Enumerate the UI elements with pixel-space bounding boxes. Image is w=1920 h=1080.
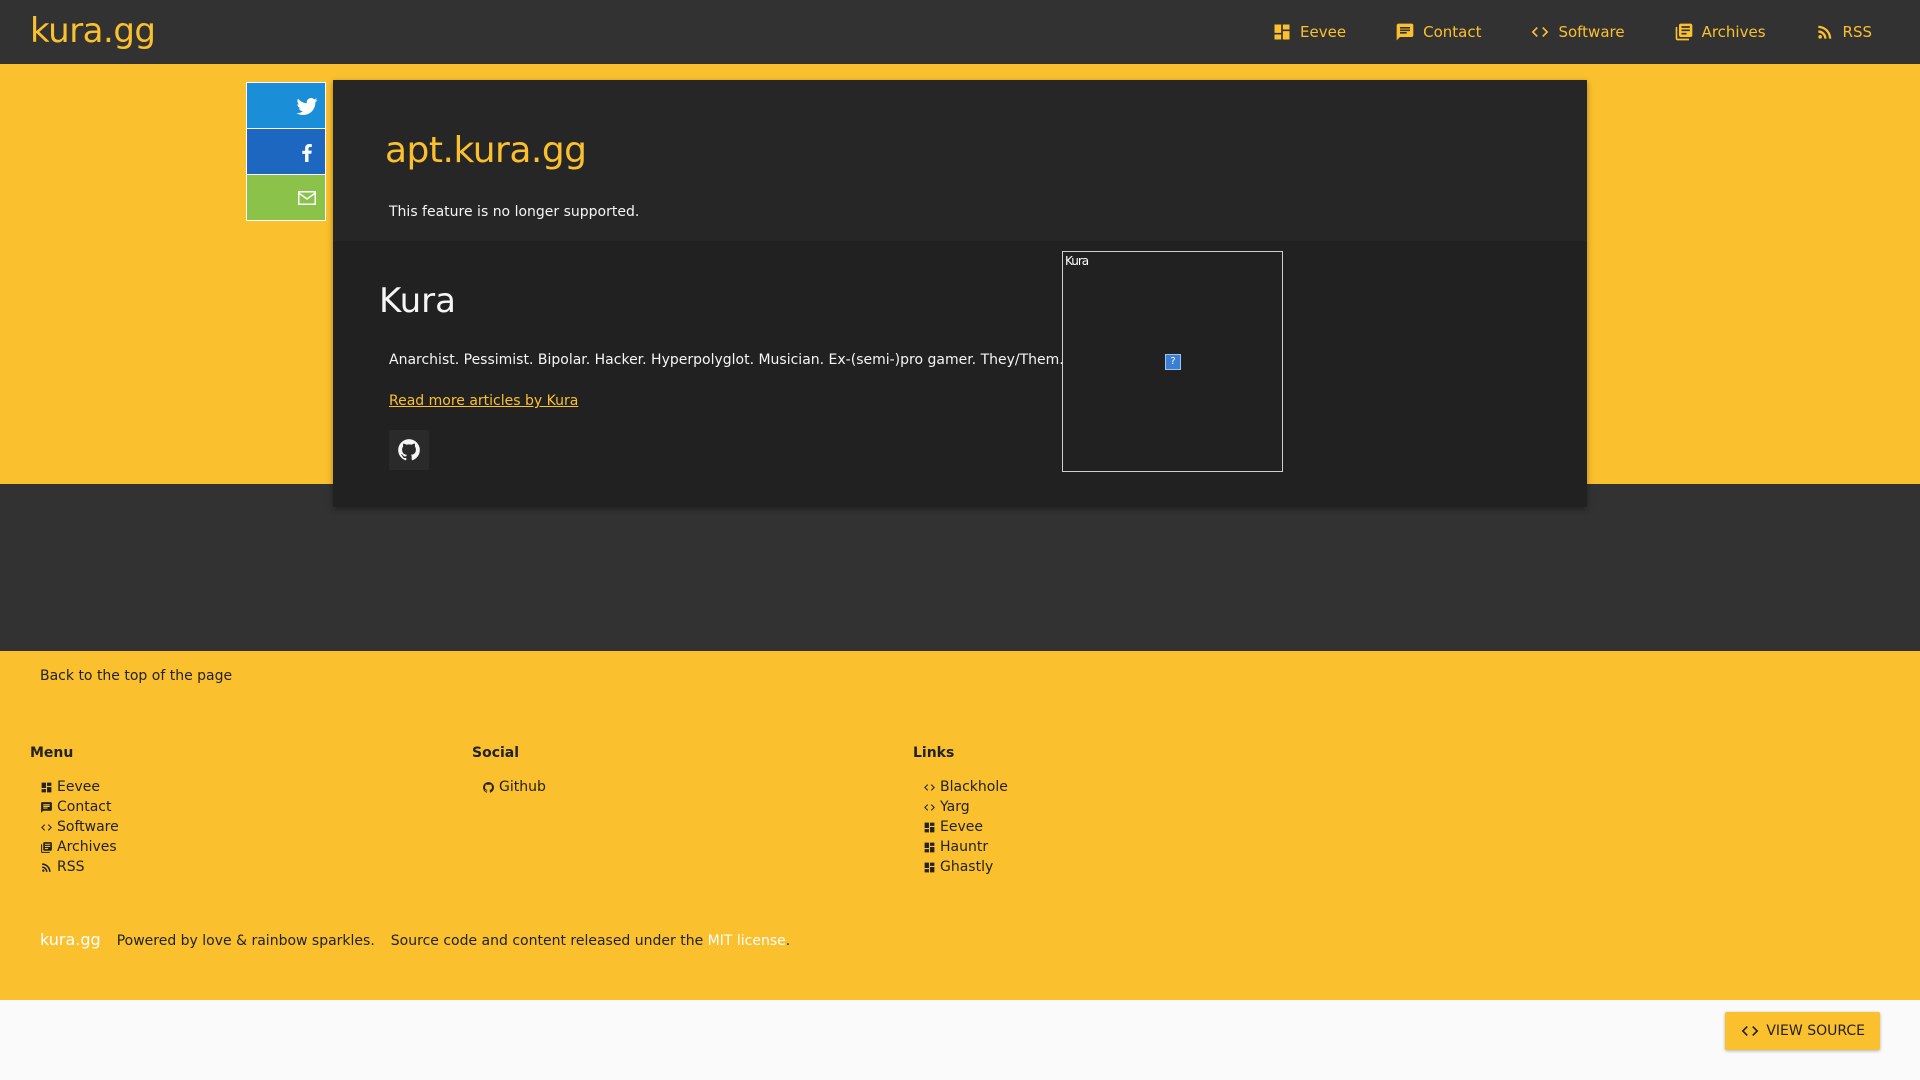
footer-link-eevee[interactable]: Eevee (57, 779, 100, 795)
footer-links-item: Blackhole (923, 777, 1008, 797)
footer-links-heading: Links (913, 745, 955, 761)
footer-link-software[interactable]: Software (57, 819, 119, 835)
footer-menu-item: Contact (40, 797, 119, 817)
library-icon (41, 841, 52, 853)
author-articles-link[interactable]: Read more articles by Kura (389, 393, 578, 409)
author-name: Kura (379, 281, 456, 321)
share-facebook-button[interactable] (247, 129, 325, 175)
facebook-icon (302, 143, 312, 162)
rss-icon (1817, 25, 1831, 39)
chat-icon (41, 801, 52, 813)
nav-item-eevee[interactable]: Eevee (1272, 22, 1346, 42)
footer-link-eevee-app[interactable]: Eevee (940, 819, 983, 835)
library-icon (1675, 23, 1692, 41)
nav-item-label: Contact (1423, 23, 1482, 41)
footer-menu-item: RSS (40, 857, 119, 877)
footer-link-contact[interactable]: Contact (57, 799, 111, 815)
footer-menu-item: Software (40, 817, 119, 837)
code-icon (924, 803, 935, 811)
post-title: apt.kura.gg (385, 130, 587, 171)
footer-menu-column: Menu Eevee Contact Software Archives RSS (30, 745, 119, 877)
mit-license-link[interactable]: MIT license (708, 933, 786, 949)
avatar-alt-text: Kura (1065, 254, 1089, 268)
top-bar: kura.gg Eevee Contact Software Archives … (0, 0, 1920, 64)
nav-item-label: Software (1558, 23, 1625, 41)
footer-powered-text: Powered by love & rainbow sparkles. (116, 933, 375, 949)
dashboard-icon (41, 782, 52, 792)
dark-band (0, 484, 1920, 651)
nav-item-label: Archives (1701, 23, 1766, 41)
footer-license-suffix: . (785, 933, 791, 949)
mail-icon (298, 190, 316, 205)
nav-item-software[interactable]: Software (1530, 22, 1625, 42)
main-nav: Eevee Contact Software Archives RSS (1223, 0, 1872, 64)
site-logo-link[interactable]: kura.gg (30, 11, 156, 51)
dashboard-icon (1274, 24, 1290, 40)
footer-license-prefix: Source code and content released under t… (390, 933, 704, 949)
rss-icon (42, 862, 51, 872)
post-card: apt.kura.gg This feature is no longer su… (333, 80, 1587, 507)
footer-social-heading: Social (472, 745, 520, 761)
share-email-button[interactable] (247, 175, 325, 220)
code-icon (1742, 1026, 1759, 1036)
footer-brand-link[interactable]: kura.gg (40, 930, 101, 949)
dashboard-icon (924, 842, 935, 852)
github-icon (483, 781, 494, 793)
share-twitter-button[interactable] (247, 83, 325, 129)
view-source-label: VIEW SOURCE (1766, 1023, 1865, 1039)
nav-item-label: RSS (1842, 23, 1872, 41)
nav-item-contact[interactable]: Contact (1395, 22, 1481, 42)
back-to-top-link[interactable]: Back to the top of the page (40, 668, 232, 684)
dashboard-icon (924, 862, 935, 872)
code-icon (1532, 27, 1549, 37)
nav-item-label: Eevee (1300, 23, 1347, 41)
nav-item-rss[interactable]: RSS (1815, 22, 1872, 42)
footer-links-item: Hauntr (923, 837, 1008, 857)
footer-links-item: Eevee (923, 817, 1008, 837)
footer-links-item: Ghastly (923, 857, 1008, 877)
footer-link-archives[interactable]: Archives (57, 839, 117, 855)
nav-item-archives[interactable]: Archives (1674, 22, 1766, 42)
footer-menu-item: Archives (40, 837, 119, 857)
view-source-button[interactable]: VIEW SOURCE (1725, 1012, 1880, 1050)
footer-links-column: Links Blackhole Yarg Eevee Hauntr Ghastl… (913, 745, 1008, 877)
twitter-icon (296, 97, 318, 115)
author-avatar: Kura ? (1062, 251, 1283, 472)
footer-social-column: Social Github (472, 745, 546, 797)
footer-link-hauntr[interactable]: Hauntr (940, 839, 988, 855)
code-icon (41, 823, 52, 831)
footer-link-github[interactable]: Github (499, 779, 546, 795)
footer-credits: kura.gg Powered by love & rainbow sparkl… (40, 930, 790, 949)
github-icon (398, 439, 420, 461)
chat-icon (1396, 23, 1414, 41)
footer-menu-item: Eevee (40, 777, 119, 797)
footer-links-item: Yarg (923, 797, 1008, 817)
broken-image-icon: ? (1165, 354, 1181, 370)
footer-link-yarg[interactable]: Yarg (940, 799, 970, 815)
footer-menu-heading: Menu (30, 745, 74, 761)
author-bio: Anarchist. Pessimist. Bipolar. Hacker. H… (389, 352, 1064, 368)
code-icon (924, 783, 935, 791)
footer-link-blackhole[interactable]: Blackhole (940, 779, 1008, 795)
footer-social-item: Github (482, 777, 546, 797)
dashboard-icon (924, 822, 935, 832)
post-body: This feature is no longer supported. (389, 204, 640, 220)
footer-link-rss[interactable]: RSS (57, 859, 85, 875)
share-bar (246, 82, 326, 221)
author-github-button[interactable] (389, 430, 429, 470)
footer-link-ghastly[interactable]: Ghastly (940, 859, 993, 875)
bottom-strip: VIEW SOURCE (0, 1000, 1920, 1080)
